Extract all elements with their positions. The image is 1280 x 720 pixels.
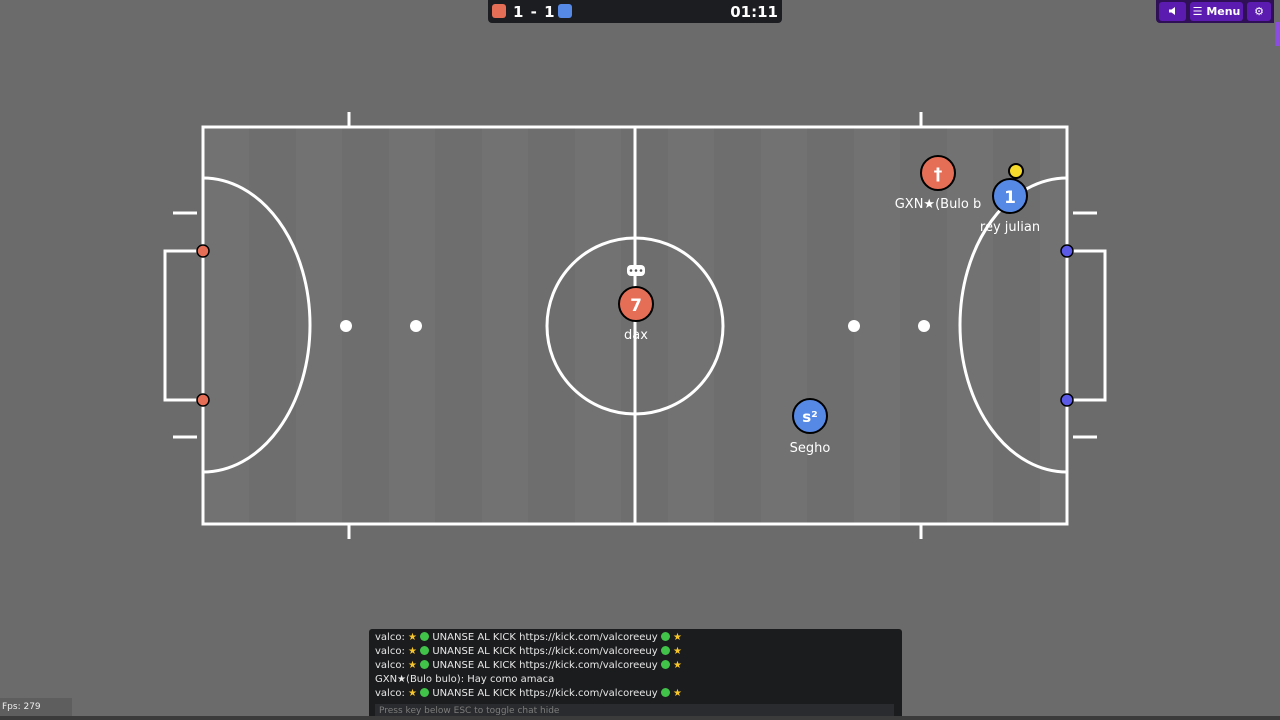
- chat-message: valco: ★ UNANSE AL KICK https://kick.com…: [375, 646, 682, 657]
- player-name: GXN★(Bulo b: [895, 197, 982, 212]
- star-icon: ★: [673, 688, 682, 699]
- menu-button[interactable]: ☰ Menu: [1190, 2, 1243, 21]
- menu-label: Menu: [1206, 5, 1241, 18]
- star-icon: ★: [408, 646, 417, 657]
- chat-panel: valco: ★ UNANSE AL KICK https://kick.com…: [369, 629, 902, 720]
- green-circle-icon: [660, 688, 670, 697]
- chat-log: valco: ★ UNANSE AL KICK https://kick.com…: [375, 631, 896, 701]
- player-name: dax: [624, 328, 648, 343]
- player-avatar: †: [934, 165, 943, 185]
- chat-author: valco: [375, 646, 402, 657]
- scroll-accent: [1275, 22, 1280, 46]
- chat-message: valco: ★ UNANSE AL KICK https://kick.com…: [375, 688, 682, 699]
- blue-goal-post-bottom: [1060, 393, 1074, 407]
- chat-message: valco: ★ UNANSE AL KICK https://kick.com…: [375, 632, 682, 643]
- chat-author: valco: [375, 632, 402, 643]
- score: 1 - 1: [513, 3, 556, 21]
- chat-text-content: UNANSE AL KICK https://kick.com/valcoree…: [432, 688, 658, 699]
- top-right-controls: ☰ Menu ⚙: [1156, 0, 1274, 23]
- red-goal-post-top: [196, 244, 210, 258]
- player-name: rey julian: [980, 220, 1040, 235]
- green-circle-icon: [660, 646, 670, 655]
- player-avatar: 1: [1004, 188, 1016, 208]
- green-circle-icon: [420, 660, 430, 669]
- star-icon: ★: [673, 660, 682, 671]
- blue-goal-post-top: [1060, 244, 1074, 258]
- star-icon: ★: [673, 632, 682, 643]
- player-avatar: s²: [802, 408, 818, 426]
- chat-text: Hay como amaca: [467, 674, 555, 685]
- chat-text: ★ UNANSE AL KICK https://kick.com/valcor…: [408, 688, 682, 699]
- bottom-strip: [0, 716, 1280, 720]
- chat-text-content: UNANSE AL KICK https://kick.com/valcoree…: [432, 632, 658, 643]
- game-clock: 01:11: [730, 3, 778, 21]
- green-circle-icon: [420, 646, 430, 655]
- chat-text: ★ UNANSE AL KICK https://kick.com/valcor…: [408, 660, 682, 671]
- chat-message: valco: ★ UNANSE AL KICK https://kick.com…: [375, 660, 682, 671]
- star-icon: ★: [408, 688, 417, 699]
- gear-icon: ⚙: [1254, 5, 1264, 18]
- ball: [1008, 163, 1024, 179]
- red-team-indicator: [492, 4, 506, 18]
- speaker-icon: [1168, 7, 1175, 15]
- star-icon: ★: [673, 646, 682, 657]
- blue-team-indicator: [558, 4, 572, 18]
- player-avatar: 7: [630, 296, 642, 316]
- scoreboard: 1 - 1 01:11: [488, 0, 782, 23]
- chat-author: valco: [375, 660, 402, 671]
- green-circle-icon: [420, 632, 430, 641]
- green-circle-icon: [660, 660, 670, 669]
- star-icon: ★: [408, 660, 417, 671]
- sound-button[interactable]: [1159, 2, 1186, 21]
- chat-text-content: UNANSE AL KICK https://kick.com/valcoree…: [432, 660, 658, 671]
- fps-counter: Fps: 279: [0, 698, 72, 716]
- green-circle-icon: [420, 688, 430, 697]
- hamburger-icon: ☰: [1192, 5, 1203, 18]
- settings-button[interactable]: ⚙: [1247, 2, 1271, 21]
- player-name: Segho: [790, 441, 831, 456]
- green-circle-icon: [660, 632, 670, 641]
- chat-text: ★ UNANSE AL KICK https://kick.com/valcor…: [408, 646, 682, 657]
- red-goal-post-bottom: [196, 393, 210, 407]
- star-icon: ★: [408, 632, 417, 643]
- chat-text-content: UNANSE AL KICK https://kick.com/valcoree…: [432, 646, 658, 657]
- chat-author: GXN★(Bulo bulo): [375, 674, 461, 685]
- chat-message: GXN★(Bulo bulo): Hay como amaca: [375, 674, 555, 685]
- chat-text: ★ UNANSE AL KICK https://kick.com/valcor…: [408, 632, 682, 643]
- chat-author: valco: [375, 688, 402, 699]
- game-canvas[interactable]: † GXN★(Bulo b 1 rey julian 7 dax s² Segh…: [0, 0, 1280, 720]
